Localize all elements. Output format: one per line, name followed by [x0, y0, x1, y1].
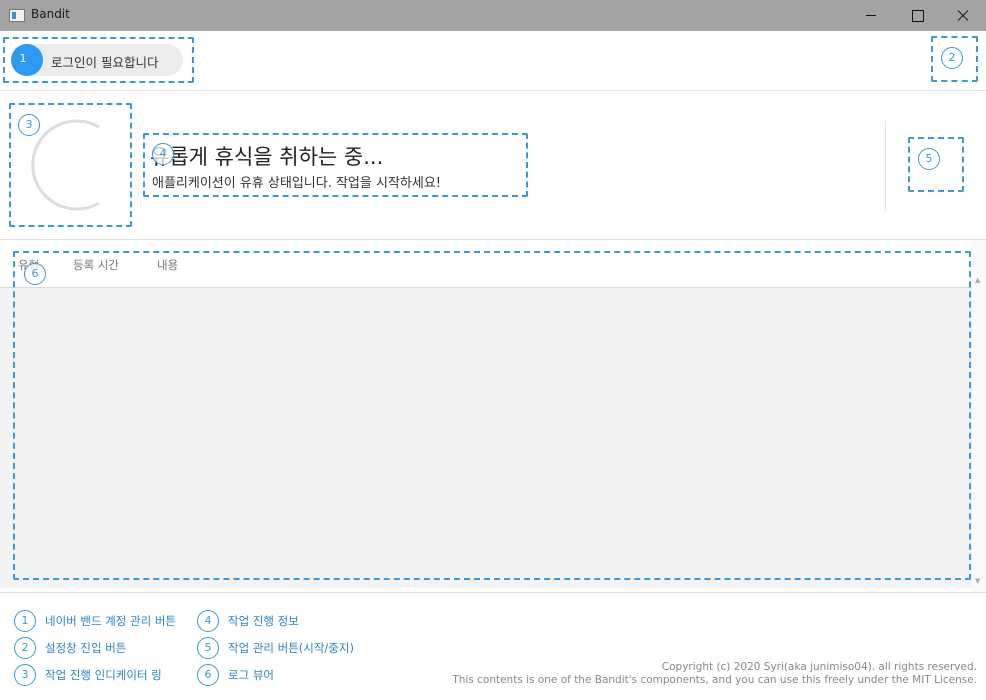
legend-number: 6	[197, 664, 219, 686]
minimize-button[interactable]	[848, 0, 894, 31]
legend-number: 1	[14, 610, 36, 632]
legend-text: 작업 진행 정보	[228, 614, 299, 628]
copyright-line: Copyright (c) 2020 Syri(aka junimiso04).…	[661, 661, 977, 673]
log-scrollbar[interactable]: ▲ ▼	[972, 240, 986, 592]
legend-number: 4	[197, 610, 219, 632]
annotation-marker: 1	[12, 48, 34, 70]
window-title: Bandit	[31, 7, 70, 21]
legend-text: 작업 관리 버튼(시작/중지)	[228, 641, 354, 655]
scroll-up-icon[interactable]: ▲	[975, 276, 980, 284]
legend-number: 5	[197, 637, 219, 659]
header-divider	[0, 90, 986, 91]
status-divider	[0, 239, 986, 240]
legend-text: 설정창 진입 버튼	[45, 641, 127, 655]
legend-text: 로그 뷰어	[228, 668, 274, 682]
legend-text: 작업 진행 인디케이터 링	[45, 668, 162, 682]
copyright-notice: Copyright (c) 2020 Syri(aka junimiso04).…	[452, 661, 977, 687]
legend-number: 3	[14, 664, 36, 686]
vertical-separator	[885, 121, 886, 210]
annotation-box-status	[143, 133, 528, 197]
close-button[interactable]	[940, 0, 986, 31]
title-bar: Bandit	[0, 0, 986, 31]
legend-number: 2	[14, 637, 36, 659]
scroll-down-icon[interactable]: ▼	[975, 577, 980, 585]
annotation-marker: 5	[918, 148, 940, 170]
annotation-marker: 2	[941, 47, 963, 69]
license-line: This contents is one of the Bandit's com…	[452, 674, 977, 686]
annotation-marker: 6	[24, 263, 46, 285]
maximize-button[interactable]	[894, 0, 940, 31]
annotation-box-log	[13, 251, 971, 580]
legend-text: 네이버 밴드 계정 관리 버튼	[45, 614, 177, 628]
app-icon	[9, 9, 25, 22]
footer-divider	[0, 592, 986, 593]
annotation-marker: 3	[18, 114, 40, 136]
annotation-marker: 4	[152, 143, 174, 165]
